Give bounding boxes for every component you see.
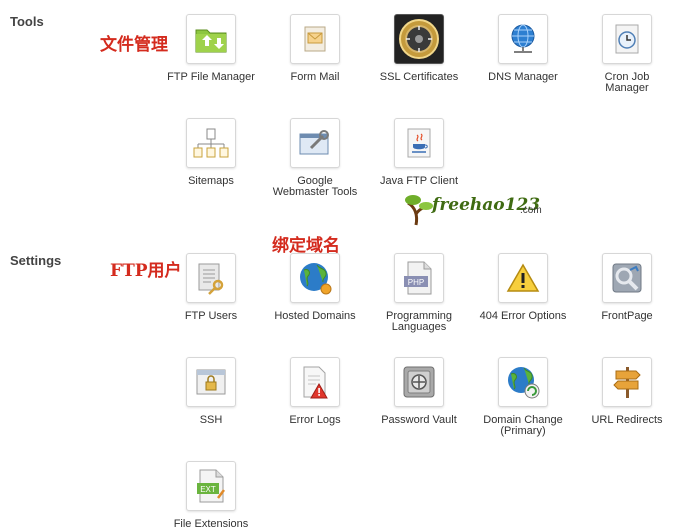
tile-sitemaps[interactable]: Sitemaps [159,118,263,187]
frontpage-tools-icon [602,253,652,303]
tile-programming-languages[interactable]: PHP Programming Languages [367,253,471,333]
annotation-file-manager: 文件管理 [100,35,168,55]
tile-dns-manager[interactable]: DNS Manager [471,14,575,83]
tile-java-ftp-client[interactable]: Java FTP Client [367,118,471,187]
globe-network-icon [498,14,548,64]
envelope-icon [290,14,340,64]
tile-form-mail[interactable]: Form Mail [263,14,367,83]
safe-dial-icon [394,14,444,64]
google-webmaster-tools-label: Google Webmaster Tools [263,176,367,198]
tile-file-extensions[interactable]: EXT File Extensions [159,461,263,530]
url-redirects-label: URL Redirects [591,414,663,426]
php-icon-text: PHP [408,278,424,287]
tile-ftp-users[interactable]: FTP Users [159,253,263,322]
user-key-icon [186,253,236,303]
tile-hosted-domains[interactable]: Hosted Domains [263,253,367,322]
error-logs-label: Error Logs [289,414,341,426]
ext-document-icon: EXT [186,461,236,511]
ftp-users-label: FTP Users [184,310,238,322]
globe-refresh-icon [498,357,548,407]
ext-icon-text: EXT [200,485,216,494]
tile-ftp-file-manager[interactable]: FTP File Manager [159,14,263,83]
tile-google-webmaster-tools[interactable]: Google Webmaster Tools [263,118,367,198]
signpost-icon [602,357,652,407]
webmaster-tools-icon [290,118,340,168]
frontpage-label: FrontPage [601,310,653,322]
tile-404-error-options[interactable]: 404 Error Options [471,253,575,322]
tree-logo-icon [405,195,433,226]
tools-section-title: Tools [10,14,44,29]
form-mail-label: Form Mail [290,71,340,83]
sitemaps-label: Sitemaps [188,175,234,187]
java-ftp-client-label: Java FTP Client [379,175,459,187]
tile-domain-change[interactable]: Domain Change (Primary) [471,357,575,437]
cron-job-manager-label: Cron Job Manager [575,72,677,94]
tile-error-logs[interactable]: Error Logs [263,357,367,426]
tile-password-vault[interactable]: Password Vault [367,357,471,426]
domain-change-label-line2: (Primary) [500,425,546,437]
tile-ssh[interactable]: SSH [159,357,263,426]
cron-job-manager-label-line2: Manager [605,82,649,94]
ssh-label: SSH [199,414,223,426]
error-document-icon [290,357,340,407]
ftp-file-manager-label: FTP File Manager [167,71,255,83]
window-lock-icon [186,357,236,407]
programming-languages-label-line2: Languages [391,321,447,333]
google-webmaster-tools-label-line2: Webmaster Tools [272,186,358,198]
404-error-options-label: 404 Error Options [479,310,567,322]
programming-languages-label: Programming Languages [367,311,471,333]
watermark-suffix: .com [520,205,542,216]
hosted-domains-label: Hosted Domains [274,310,356,322]
dns-manager-label: DNS Manager [488,71,558,83]
sitemap-icon [186,118,236,168]
php-document-icon: PHP [394,253,444,303]
earth-globe-icon [290,253,340,303]
password-vault-label: Password Vault [381,414,457,426]
ssl-certificates-label: SSL Certificates [379,71,459,83]
domain-change-label: Domain Change (Primary) [471,415,575,437]
clock-document-icon [602,14,652,64]
java-cup-icon [394,118,444,168]
file-extensions-label: File Extensions [173,518,249,530]
tile-url-redirects[interactable]: URL Redirects [575,357,677,426]
tile-frontpage[interactable]: FrontPage [575,253,677,322]
tile-cron-job-manager[interactable]: Cron Job Manager [575,14,677,94]
warning-triangle-icon [498,253,548,303]
tile-ssl-certificates[interactable]: SSL Certificates [367,14,471,83]
freehao123-watermark: freehao123 .com [404,192,542,226]
settings-section-title: Settings [10,253,62,268]
vault-icon [394,357,444,407]
folder-icon [186,14,236,64]
